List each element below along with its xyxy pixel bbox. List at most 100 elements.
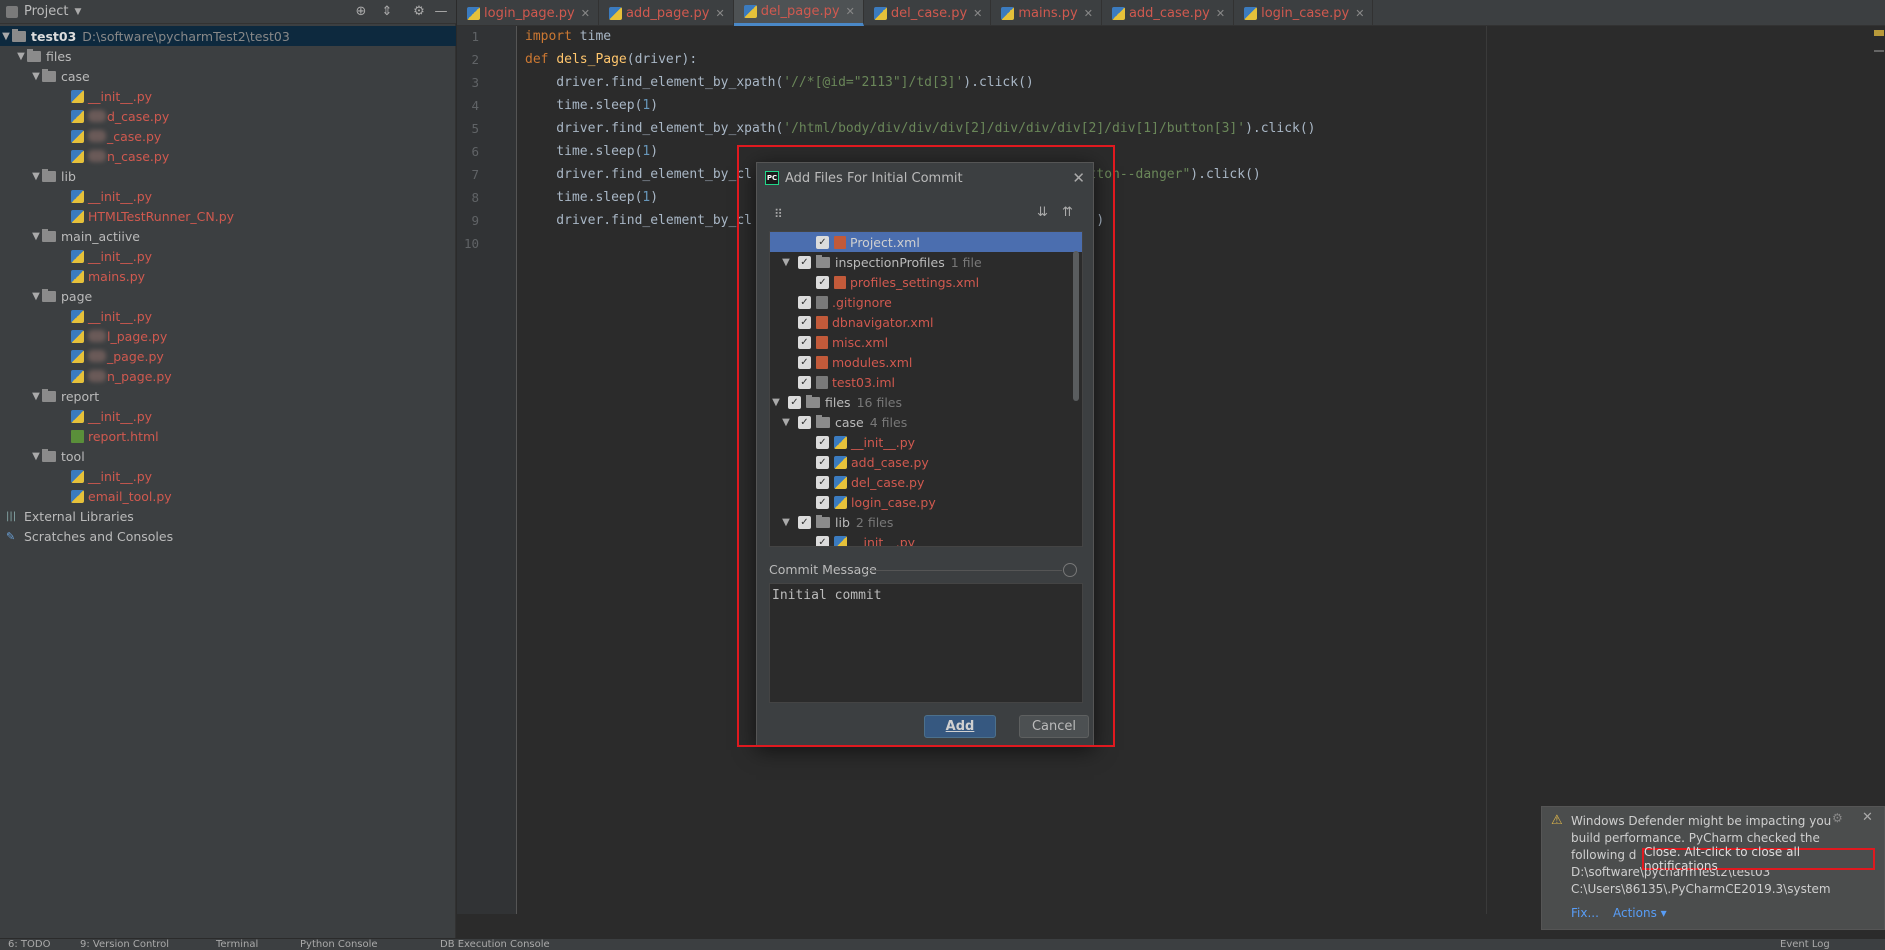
expand-arrow-icon[interactable]: ▼ bbox=[30, 291, 42, 302]
code-line[interactable]: time.sleep(1) bbox=[525, 144, 658, 159]
sidebar-item-label: d_case.py bbox=[107, 108, 170, 124]
close-icon[interactable]: ✕ bbox=[1862, 810, 1873, 825]
sidebar-item[interactable]: ▼ page bbox=[0, 286, 456, 306]
gear-icon[interactable]: ⚙ bbox=[1832, 811, 1843, 825]
editor-tab[interactable]: login_case.py ✕ bbox=[1234, 0, 1374, 26]
python-file-icon bbox=[71, 89, 84, 103]
code-line[interactable]: time.sleep(1) bbox=[525, 98, 658, 113]
sidebar-item[interactable]: n_page.py bbox=[0, 366, 456, 386]
close-icon[interactable]: ✕ bbox=[1084, 7, 1093, 20]
code-line[interactable]: def dels_Page(driver): bbox=[525, 52, 697, 67]
sidebar-item-label: mains.py bbox=[88, 268, 146, 284]
sidebar-item[interactable]: ▼ tool bbox=[0, 446, 456, 466]
sidebar-item[interactable]: d_case.py bbox=[0, 106, 456, 126]
line-number: 7 bbox=[471, 167, 479, 182]
code-token: driver.find_element_by_cl bbox=[525, 213, 752, 228]
close-icon[interactable]: ✕ bbox=[1355, 7, 1364, 20]
sidebar-item-label: n_case.py bbox=[107, 148, 170, 164]
expand-arrow-icon[interactable]: ▼ bbox=[30, 451, 42, 462]
tab-label: del_page.py bbox=[760, 4, 840, 19]
sidebar-item[interactable]: __init__.py bbox=[0, 466, 456, 486]
sidebar-item[interactable]: HTMLTestRunner_CN.py bbox=[0, 206, 456, 226]
code-line[interactable]: time.sleep(1) bbox=[525, 190, 658, 205]
expand-arrow-icon[interactable]: ▼ bbox=[15, 51, 27, 62]
sidebar-item[interactable]: ▼ files bbox=[0, 46, 456, 66]
sidebar-item-label: case bbox=[61, 68, 90, 84]
editor-tab[interactable]: login_page.py ✕ bbox=[457, 0, 599, 26]
sidebar-item[interactable]: ▼ case bbox=[0, 66, 456, 86]
sidebar-item[interactable]: report.html bbox=[0, 426, 456, 446]
minimize-icon[interactable]: — bbox=[432, 3, 450, 21]
code-line[interactable]: import time bbox=[525, 29, 611, 44]
project-panel-header: Project ▼ ⊕ ⇕ ⚙ — bbox=[0, 0, 456, 24]
code-editor[interactable]: import time def dels_Page(driver): driver… bbox=[518, 26, 1885, 914]
python-file-icon bbox=[1111, 6, 1125, 20]
redacted-region bbox=[88, 110, 106, 122]
code-token: time bbox=[571, 29, 612, 44]
sidebar-item[interactable]: ▼ report bbox=[0, 386, 456, 406]
tool-window-button[interactable]: 6: TODO bbox=[8, 939, 50, 950]
expand-arrow-icon[interactable]: ▼ bbox=[30, 171, 42, 182]
sidebar-item[interactable]: ▼ main_actiive bbox=[0, 226, 456, 246]
editor-tab[interactable]: mains.py ✕ bbox=[991, 0, 1102, 26]
python-file-icon bbox=[71, 349, 84, 363]
sidebar-item-label: main_actiive bbox=[61, 228, 140, 244]
python-file-icon bbox=[71, 249, 84, 263]
sidebar-item[interactable]: __init__.py bbox=[0, 86, 456, 106]
tool-window-button[interactable]: Python Console bbox=[300, 939, 378, 950]
expand-arrow-icon[interactable]: ▼ bbox=[30, 71, 42, 82]
sidebar-item[interactable]: ||| External Libraries bbox=[0, 506, 456, 526]
actions-link[interactable]: Actions ▾ bbox=[1613, 906, 1667, 920]
sidebar-item[interactable]: __init__.py bbox=[0, 406, 456, 426]
folder-icon bbox=[42, 68, 56, 82]
python-file-icon bbox=[71, 129, 84, 143]
editor-tab[interactable]: add_case.py ✕ bbox=[1102, 0, 1235, 26]
line-number: 4 bbox=[471, 98, 479, 113]
code-line[interactable]: driver.find_element_by_xpath('//*[@id="2… bbox=[525, 75, 1033, 90]
sidebar-item[interactable]: __init__.py bbox=[0, 186, 456, 206]
warning-marker[interactable] bbox=[1874, 30, 1884, 36]
close-icon[interactable]: ✕ bbox=[581, 7, 590, 20]
html-file-icon bbox=[71, 429, 84, 443]
python-file-icon bbox=[71, 369, 84, 383]
locate-icon[interactable]: ⊕ bbox=[352, 3, 370, 21]
editor-tab[interactable]: del_page.py ✕ bbox=[733, 0, 864, 26]
code-token: time.sleep( bbox=[525, 190, 643, 205]
gear-icon[interactable]: ⚙ bbox=[410, 3, 428, 21]
expand-arrow-icon[interactable]: ▼ bbox=[30, 391, 42, 402]
sidebar-item[interactable]: ▼ lib bbox=[0, 166, 456, 186]
sidebar-item[interactable]: email_tool.py bbox=[0, 486, 456, 506]
fix-link[interactable]: Fix... bbox=[1571, 906, 1599, 920]
sidebar-item[interactable]: __init__.py bbox=[0, 306, 456, 326]
sidebar-item[interactable]: _case.py bbox=[0, 126, 456, 146]
editor-tab[interactable]: add_page.py ✕ bbox=[599, 0, 734, 26]
project-panel-title[interactable]: Project bbox=[24, 4, 68, 19]
sidebar-item[interactable]: __init__.py bbox=[0, 246, 456, 266]
sidebar-item[interactable]: mains.py bbox=[0, 266, 456, 286]
code-line[interactable]: driver.find_element_by_xpath('/html/body… bbox=[525, 121, 1316, 136]
folder-icon bbox=[42, 448, 56, 462]
editor-tab[interactable]: del_case.py ✕ bbox=[864, 0, 992, 26]
tab-label: login_page.py bbox=[484, 5, 575, 21]
close-icon[interactable]: ✕ bbox=[846, 5, 855, 18]
sidebar-item[interactable]: ✎ Scratches and Consoles bbox=[0, 526, 456, 546]
tool-window-button[interactable]: Terminal bbox=[216, 939, 258, 950]
sidebar-item[interactable]: _page.py bbox=[0, 346, 456, 366]
expand-arrow-icon[interactable]: ▼ bbox=[0, 31, 12, 42]
sidebar-item[interactable]: l_page.py bbox=[0, 326, 456, 346]
tool-window-button[interactable]: DB Execution Console bbox=[440, 939, 550, 950]
folder-icon bbox=[42, 388, 56, 402]
chevron-down-icon[interactable]: ▼ bbox=[74, 7, 81, 17]
tool-window-button[interactable]: Event Log bbox=[1780, 939, 1830, 950]
tree-root[interactable]: ▼ test03 D:\software\pycharmTest2\test03 bbox=[0, 26, 456, 46]
close-icon[interactable]: ✕ bbox=[715, 7, 724, 20]
sidebar-item-label: HTMLTestRunner_CN.py bbox=[88, 208, 235, 224]
collapse-all-icon[interactable]: ⇕ bbox=[378, 3, 396, 21]
sidebar-item[interactable]: n_case.py bbox=[0, 146, 456, 166]
code-token: ).click() bbox=[1245, 121, 1316, 136]
project-icon bbox=[6, 5, 18, 18]
tool-window-button[interactable]: 9: Version Control bbox=[80, 939, 169, 950]
close-icon[interactable]: ✕ bbox=[1216, 7, 1225, 20]
close-icon[interactable]: ✕ bbox=[973, 7, 982, 20]
expand-arrow-icon[interactable]: ▼ bbox=[30, 231, 42, 242]
